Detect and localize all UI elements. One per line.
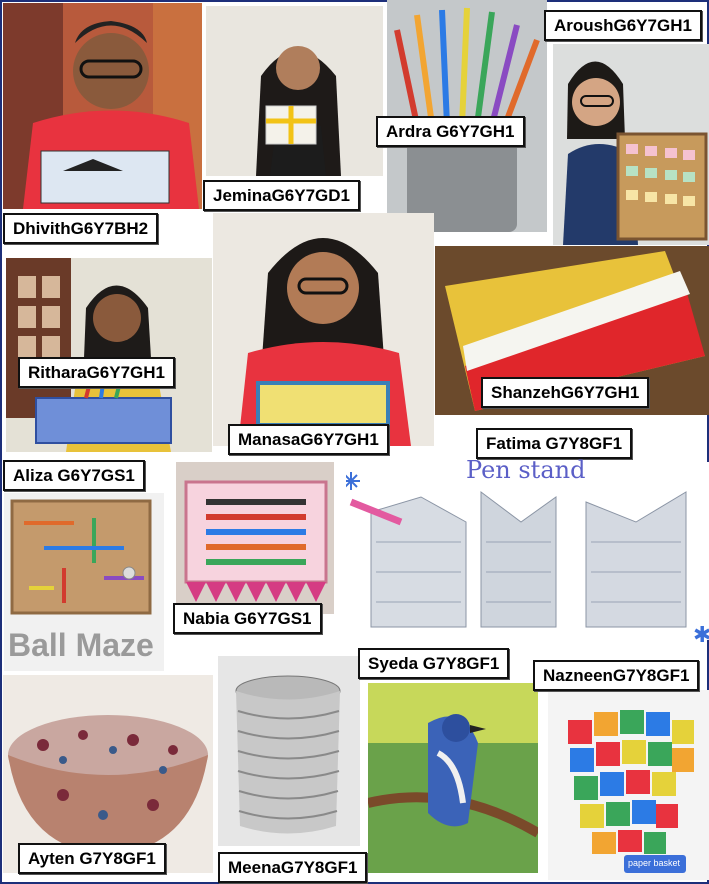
label-syeda: Syeda G7Y8GF1 [358, 648, 510, 679]
label-rithara: RitharaG6Y7GH1 [18, 357, 175, 388]
label-meena: MeenaG7Y8GF1 [218, 852, 368, 883]
label-nabia: Nabia G6Y7GS1 [173, 603, 322, 634]
photo-syeda [368, 683, 538, 873]
label-jemina: JeminaG6Y7GD1 [203, 180, 361, 211]
label-shanzeh: ShanzehG6Y7GH1 [481, 377, 650, 408]
photo-pen-stands [346, 462, 709, 640]
photo-nazneen [548, 690, 709, 880]
label-ayten: Ayten G7Y8GF1 [18, 843, 166, 874]
label-aroush: AroushG6Y7GH1 [544, 10, 702, 41]
photo-manasa [213, 213, 434, 446]
label-dhivith: DhivithG6Y7BH2 [3, 213, 159, 244]
label-fatima: Fatima G7Y8GF1 [476, 428, 633, 459]
caption-pen-stand: Pen stand [466, 456, 586, 484]
photo-nabia [176, 462, 334, 614]
label-nazneen: NazneenG7Y8GF1 [533, 660, 700, 691]
photo-meena [218, 656, 360, 846]
label-aliza: Aliza G6Y7GS1 [3, 460, 145, 491]
caption-ball-maze: Ball Maze [8, 627, 154, 663]
label-ardra: Ardra G6Y7GH1 [376, 116, 525, 147]
photo-jemina [206, 6, 383, 176]
photo-dhivith [3, 3, 202, 209]
photo-aroush [553, 44, 709, 245]
label-manasa: ManasaG6Y7GH1 [228, 424, 389, 455]
caption-paper-basket: paper basket [628, 858, 681, 868]
asterisk-icon: ✱ [693, 622, 709, 647]
photo-rithara [6, 258, 212, 452]
